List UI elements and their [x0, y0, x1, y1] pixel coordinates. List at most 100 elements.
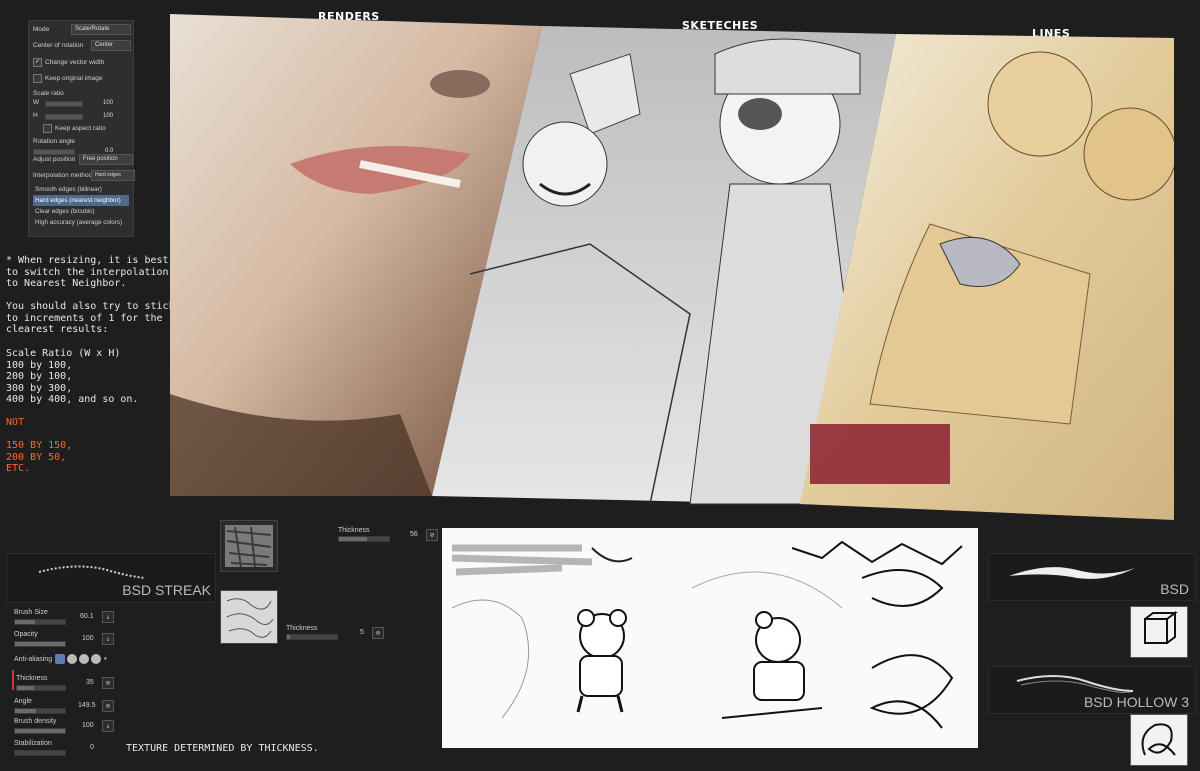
adjust-position-row: Adjust position Free position — [33, 154, 133, 165]
center-row: Center of rotation Center — [33, 40, 131, 51]
stabilization-value[interactable]: 0 — [90, 744, 94, 751]
brush-density-label: Brush density — [14, 718, 57, 725]
bad-ratio-list: 150 BY 150, 200 BY 50, ETC. — [6, 440, 73, 474]
rotation-value[interactable]: 0.0 — [105, 148, 113, 154]
bsd-hollow-tip-icon — [1141, 723, 1176, 756]
texture-thickness-pressure-icon-1[interactable]: ⊘ — [426, 529, 438, 541]
texture-thickness-label-1: Thickness — [338, 527, 370, 534]
texture-thickness-pressure-icon-2[interactable]: ⊘ — [372, 627, 384, 639]
texture-thickness-slider-1[interactable] — [338, 536, 390, 542]
stabilization-label: Stabilization — [14, 740, 52, 747]
height-row: H 100 — [33, 110, 130, 121]
bsd-hollow-brush-icon-tile[interactable] — [1130, 714, 1188, 766]
bsd-streak-stroke-preview — [38, 565, 146, 579]
center-select[interactable]: Center — [91, 40, 131, 51]
opacity-pressure-icon[interactable]: ↓ — [102, 633, 114, 645]
density-pressure-icon[interactable]: ↓ — [102, 720, 114, 732]
scale-ratio-list: Scale Ratio (W x H) 100 by 100, 200 by 1… — [6, 348, 139, 405]
angle-pressure-icon[interactable]: ⊘ — [102, 700, 114, 712]
artwork-banner-image — [170, 14, 1177, 520]
keep-original-row[interactable]: Keep original image — [33, 73, 130, 84]
antialias-none-option[interactable] — [55, 654, 65, 664]
thickness-active-marker — [12, 670, 14, 690]
thickness-pressure-icon[interactable]: ⊘ — [102, 677, 114, 689]
adjust-position-select[interactable]: Free position — [79, 154, 133, 165]
keep-original-checkbox[interactable] — [33, 74, 42, 83]
bear-sketch-image — [451, 540, 963, 729]
thickness-value[interactable]: 35 — [86, 679, 94, 686]
texture-thickness-label-2: Thickness — [286, 625, 318, 632]
texture-tile-light[interactable] — [220, 590, 278, 644]
texture-thickness-value-2[interactable]: 5 — [360, 629, 364, 636]
interp-option-average[interactable]: High accuracy (average colors) — [33, 217, 129, 228]
bsd-stroke-preview — [1009, 567, 1135, 579]
antialias-weak-option[interactable] — [67, 654, 77, 664]
width-row: W 100 — [33, 97, 130, 108]
not-label: NOT — [6, 417, 25, 428]
bsd-streak-brush-tile[interactable]: BSD STREAK — [6, 553, 216, 603]
interpolation-row: Interpolation method Hard edges — [33, 170, 135, 181]
keep-aspect-row[interactable]: Keep aspect ratio — [43, 123, 130, 134]
interpolation-dropdown: Smooth edges (bilinear) Hard edges (near… — [33, 184, 129, 228]
interpolation-label: Interpolation method — [33, 172, 93, 179]
dense-texture-image — [225, 525, 273, 568]
change-vector-width-row[interactable]: ✓ Change vector width — [33, 57, 130, 68]
change-vector-width-checkbox[interactable]: ✓ — [33, 58, 42, 67]
antialias-strong-option[interactable] — [91, 654, 101, 664]
opacity-value[interactable]: 100 — [82, 635, 94, 642]
angle-value[interactable]: 149.5 — [78, 702, 96, 709]
brush-density-slider[interactable] — [14, 728, 66, 734]
sketch-canvas — [442, 528, 978, 748]
antialias-label: Anti-aliasing — [14, 656, 53, 663]
bsd-brush-icon-tile[interactable] — [1130, 606, 1188, 658]
opacity-slider[interactable] — [14, 641, 66, 647]
brush-size-pressure-icon[interactable]: ↓ — [102, 611, 114, 623]
angle-label: Angle — [14, 698, 32, 705]
thickness-label: Thickness — [16, 675, 48, 682]
bsd-hollow-brush-name: BSD HOLLOW 3 — [1083, 694, 1189, 710]
width-label: W — [33, 99, 40, 106]
interp-option-nearest[interactable]: Hard edges (nearest neighbor) — [33, 195, 129, 206]
texture-note: TEXTURE DETERMINED BY THICKNESS. — [126, 743, 319, 754]
mode-label: Mode — [33, 26, 50, 33]
texture-tile-dense[interactable] — [220, 520, 278, 572]
brush-size-label: Brush Size — [14, 609, 48, 616]
height-value[interactable]: 100 — [103, 113, 113, 119]
stabilization-slider[interactable] — [14, 750, 66, 756]
bsd-brush-name: BSD — [1160, 581, 1189, 597]
keep-aspect-label: Keep aspect ratio — [55, 125, 106, 132]
width-value[interactable]: 100 — [103, 100, 113, 106]
bsd-hollow-brush-tile[interactable]: BSD HOLLOW 3 — [988, 666, 1196, 714]
brush-size-slider[interactable] — [14, 619, 66, 625]
bsd-brush-tip-icon — [1144, 611, 1178, 644]
texture-thickness-slider-2[interactable] — [286, 634, 338, 640]
change-vector-width-label: Change vector width — [45, 59, 105, 66]
bsd-hollow-stroke-preview — [1016, 675, 1134, 693]
keep-aspect-checkbox[interactable] — [43, 124, 52, 133]
brush-density-value[interactable]: 100 — [82, 722, 94, 729]
adjust-position-label: Adjust position — [33, 156, 76, 163]
interp-option-bilinear[interactable]: Smooth edges (bilinear) — [33, 184, 129, 195]
thickness-slider[interactable] — [16, 685, 66, 691]
mode-row: Mode Scale/Rotate — [33, 24, 131, 35]
texture-thickness-value-1[interactable]: 56 — [410, 531, 418, 538]
antialias-medium-option[interactable] — [79, 654, 89, 664]
bsd-brush-tile[interactable]: BSD — [988, 553, 1196, 601]
antialias-options: ▾ — [55, 654, 108, 664]
interp-option-bicubic[interactable]: Clear edges (bicubic) — [33, 206, 129, 217]
light-texture-image — [226, 598, 274, 638]
height-slider[interactable] — [45, 114, 83, 120]
width-slider[interactable] — [45, 101, 83, 107]
tip-increments: You should also try to stick to incremen… — [6, 301, 175, 335]
brush-size-value[interactable]: 60.1 — [80, 613, 94, 620]
center-label: Center of rotation — [33, 42, 84, 49]
interpolation-select[interactable]: Hard edges — [91, 170, 135, 181]
bsd-streak-name: BSD STREAK — [122, 582, 211, 598]
angle-slider[interactable] — [14, 708, 66, 714]
transform-settings-panel: Mode Scale/Rotate Center of rotation Cen… — [28, 20, 135, 237]
chevron-down-icon[interactable]: ▾ — [103, 654, 108, 664]
height-label: H — [33, 112, 38, 119]
mode-select[interactable]: Scale/Rotate — [71, 24, 131, 35]
tip-nearest-neighbor: * When resizing, it is best to switch th… — [6, 255, 169, 289]
keep-original-label: Keep original image — [45, 75, 103, 82]
